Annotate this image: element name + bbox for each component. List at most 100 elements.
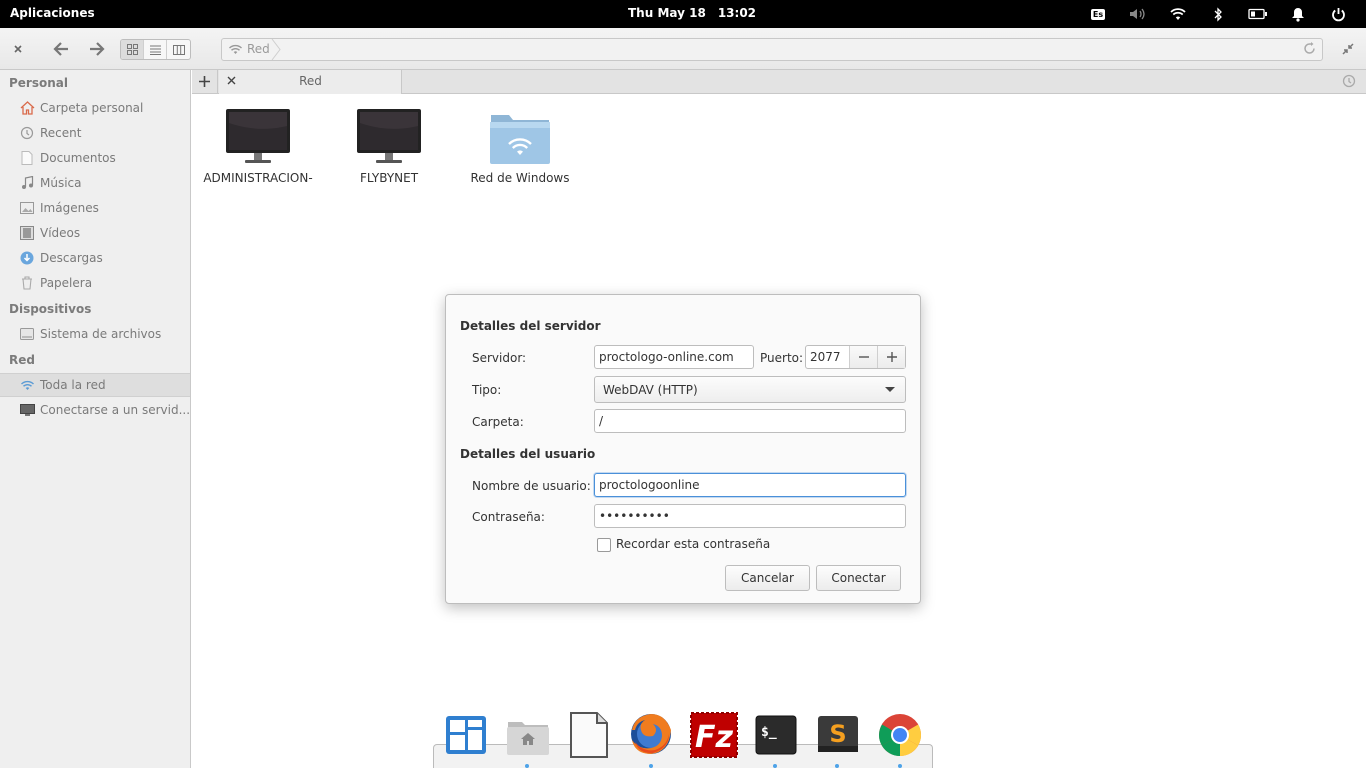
sidebar-item-downloads[interactable]: Descargas [0, 246, 190, 270]
terminal-icon[interactable]: $_ [754, 712, 798, 758]
sidebar-item-label: Descargas [40, 251, 103, 265]
clock-time: 13:02 [717, 6, 757, 20]
sidebar-item-label: Documentos [40, 151, 116, 165]
closed-tabs-button[interactable] [1342, 74, 1356, 91]
applications-menu[interactable]: Aplicaciones [10, 6, 95, 20]
file-label: ADMINISTRACION- [203, 171, 313, 185]
breadcrumb-separator [271, 39, 281, 60]
history-icon [1342, 74, 1356, 88]
back-button[interactable] [50, 39, 72, 59]
terminal-glyph: $_ [761, 725, 777, 740]
sidebar-heading-devices[interactable]: Dispositivos [9, 302, 91, 316]
server-input[interactable]: proctologo-online.com [594, 345, 754, 369]
network-icon [229, 44, 242, 54]
multitasking-view-icon[interactable] [444, 712, 488, 758]
remember-password-label[interactable]: Recordar esta contraseña [616, 537, 770, 551]
tab-red[interactable]: Red [219, 70, 402, 94]
columns-icon [172, 44, 185, 55]
firefox-icon[interactable] [629, 712, 673, 758]
sidebar-item-music[interactable]: Música [0, 171, 190, 195]
network-item-flybynet[interactable]: FLYBYNET [329, 105, 449, 185]
breadcrumb[interactable]: Red [228, 42, 270, 56]
sidebar-item-recent[interactable]: Recent [0, 121, 190, 145]
filezilla-icon[interactable]: Fz [690, 712, 738, 758]
monitor-icon [225, 105, 291, 165]
username-input[interactable]: proctologoonline [594, 473, 906, 497]
close-window-button[interactable] [7, 39, 29, 59]
power-icon[interactable] [1318, 0, 1358, 28]
sidebar-item-videos[interactable]: Vídeos [0, 221, 190, 245]
sidebar-heading-personal[interactable]: Personal [9, 76, 68, 90]
sublime-text-icon[interactable]: S [816, 712, 860, 758]
wifi-icon[interactable] [1158, 0, 1198, 28]
unmaximize-button[interactable] [1337, 39, 1359, 59]
refresh-button[interactable] [1303, 42, 1316, 59]
icon-view-button[interactable] [121, 40, 144, 59]
remember-password-checkbox[interactable] [597, 538, 611, 552]
clock[interactable]: Thu May 18 13:02 [628, 6, 756, 20]
port-spinbutton[interactable]: 2077 [805, 345, 906, 369]
network-folder-icon [487, 105, 553, 165]
home-icon [19, 100, 35, 116]
running-indicator [525, 764, 529, 768]
tab-label: Red [299, 74, 322, 88]
username-label: Nombre de usuario: [472, 479, 591, 493]
sidebar-item-label: Toda la red [40, 378, 106, 392]
port-decrement-button[interactable] [850, 346, 877, 368]
plus-icon [199, 76, 210, 87]
connect-button[interactable]: Conectar [816, 565, 901, 591]
list-view-button[interactable] [144, 40, 167, 59]
network-item-windows-network[interactable]: Red de Windows [460, 105, 580, 185]
text-editor-icon[interactable] [567, 712, 611, 758]
sidebar-item-home[interactable]: Carpeta personal [0, 96, 190, 120]
location-bar[interactable]: Red [221, 38, 1323, 61]
server-label: Servidor: [472, 351, 527, 365]
port-input[interactable]: 2077 [806, 346, 850, 368]
view-switcher [120, 39, 191, 60]
chevron-down-icon [885, 387, 895, 392]
sidebar: Personal Carpeta personal Recent Documen… [0, 70, 191, 768]
sidebar-item-label: Recent [40, 126, 82, 140]
sidebar-item-trash[interactable]: Papelera [0, 271, 190, 295]
sidebar-item-documents[interactable]: Documentos [0, 146, 190, 170]
password-input[interactable]: •••••••••• [594, 504, 906, 528]
sidebar-heading-network[interactable]: Red [9, 353, 35, 367]
close-icon [14, 45, 22, 53]
chrome-icon[interactable] [878, 712, 922, 758]
headerbar: Red [0, 28, 1366, 70]
trash-icon [19, 275, 35, 291]
column-view-button[interactable] [167, 40, 190, 59]
network-icon [19, 377, 35, 393]
keyboard-indicator[interactable]: Es [1078, 0, 1118, 28]
battery-icon[interactable] [1238, 0, 1278, 28]
new-tab-button[interactable] [192, 70, 218, 93]
music-icon [19, 175, 35, 191]
plus-icon [886, 352, 897, 362]
type-dropdown[interactable]: WebDAV (HTTP) [594, 376, 906, 403]
port-increment-button[interactable] [877, 346, 905, 368]
filezilla-glyph: Fz [695, 720, 733, 755]
top-panel: Aplicaciones Thu May 18 13:02 Es [0, 0, 1366, 28]
indicators: Es [1078, 0, 1358, 28]
notifications-icon[interactable] [1278, 0, 1318, 28]
folder-input[interactable]: / [594, 409, 906, 433]
sidebar-item-pictures[interactable]: Imágenes [0, 196, 190, 220]
network-item-administracion[interactable]: ADMINISTRACION- [198, 105, 318, 185]
file-label: Red de Windows [470, 171, 570, 185]
running-indicator [649, 764, 653, 768]
cancel-button[interactable]: Cancelar [725, 565, 810, 591]
sidebar-item-connect-server[interactable]: Conectarse a un servid... [0, 398, 190, 422]
volume-icon[interactable] [1118, 0, 1158, 28]
type-selected-value: WebDAV (HTTP) [603, 383, 698, 397]
bluetooth-icon[interactable] [1198, 0, 1238, 28]
sidebar-item-label: Conectarse a un servid... [40, 403, 191, 417]
list-icon [149, 45, 161, 55]
sidebar-item-entire-network[interactable]: Toda la red [0, 373, 190, 397]
running-indicator [835, 764, 839, 768]
grid-icon [126, 44, 138, 55]
sidebar-item-filesystem[interactable]: Sistema de archivos [0, 322, 190, 346]
forward-button[interactable] [86, 39, 108, 59]
clock-date: Thu May 18 [628, 6, 706, 20]
files-icon[interactable] [506, 712, 550, 758]
sidebar-item-label: Vídeos [40, 226, 81, 240]
